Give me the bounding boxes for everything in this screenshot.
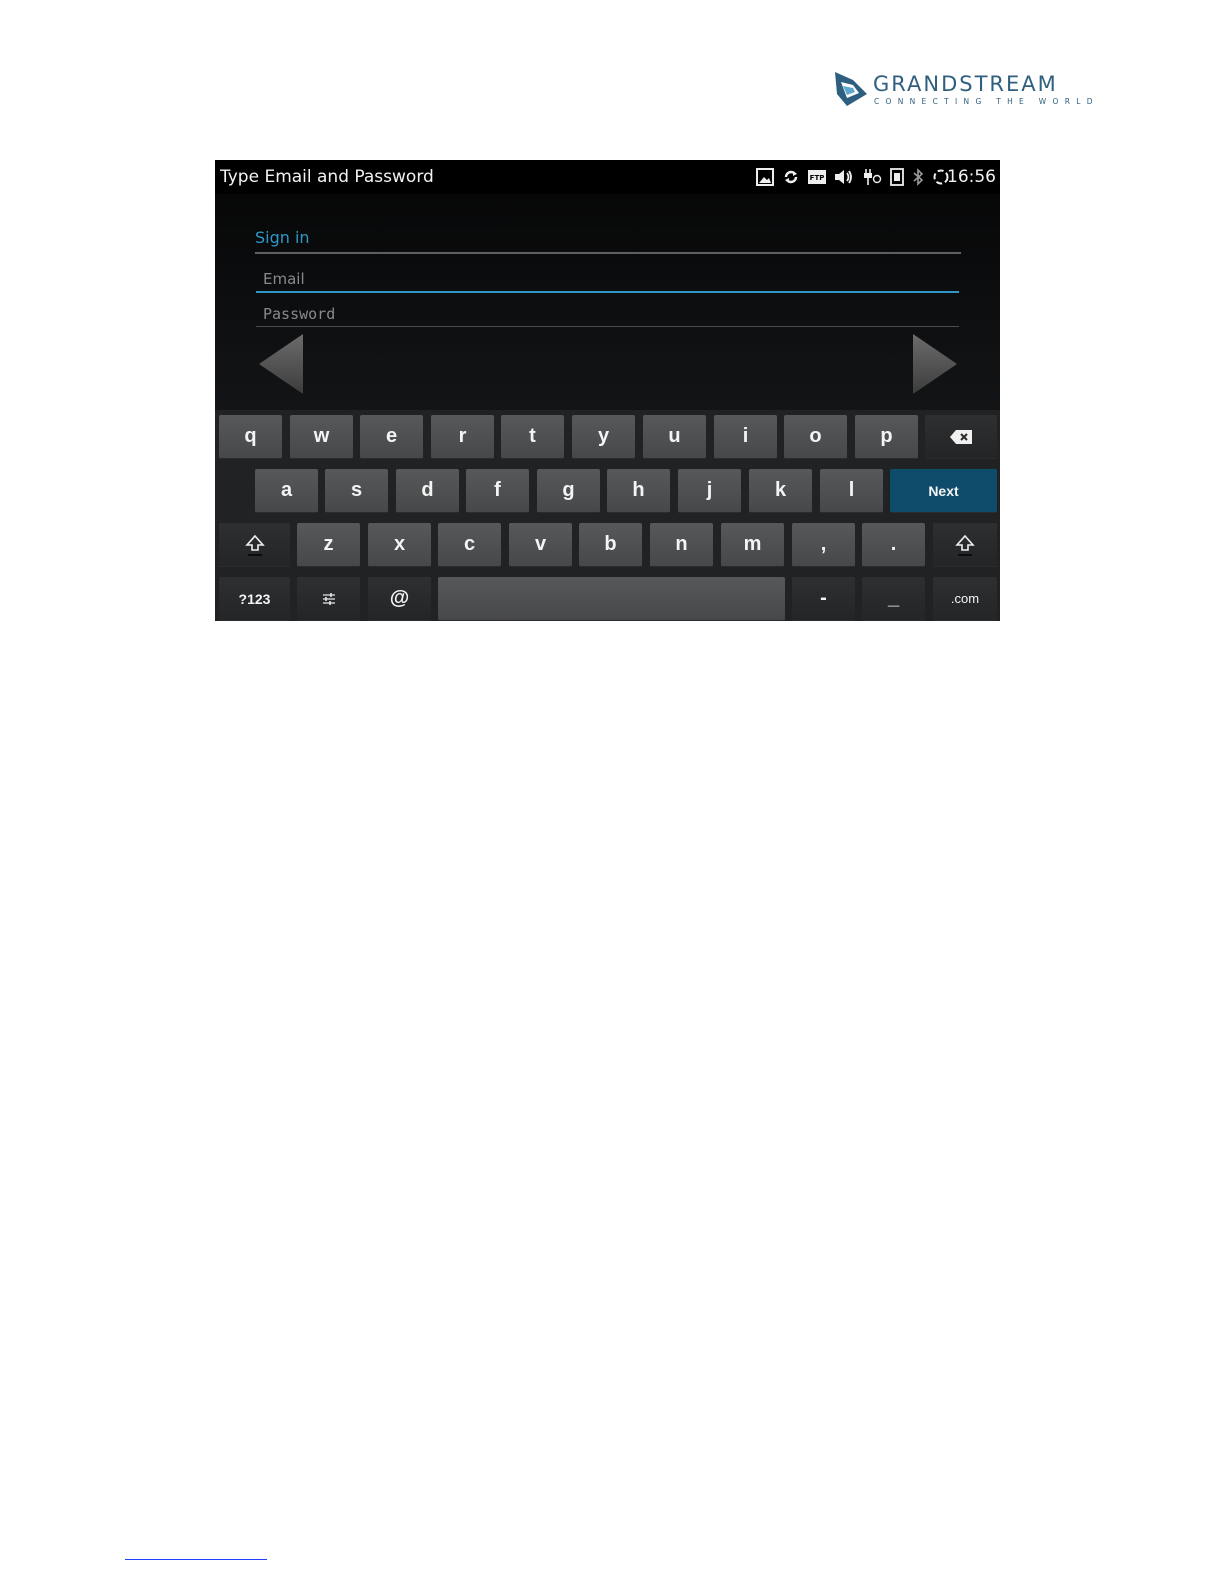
logo-name: GRANDSTREAM [873,72,1058,96]
previous-arrow-icon[interactable] [257,332,307,396]
key-v[interactable]: v [509,523,572,567]
svg-text:FTP: FTP [810,174,825,182]
key-h[interactable]: h [607,469,670,513]
device-screen: Type Email and Password FTP 16:56 Sign i… [215,160,1000,621]
backspace-key[interactable] [925,415,997,459]
status-time: 16:56 [947,167,996,187]
ftp-icon: FTP [808,170,826,184]
key-f[interactable]: f [466,469,529,513]
space-key[interactable] [438,577,785,621]
settings-key[interactable] [297,577,360,621]
logo-tagline: CONNECTING THE WORLD [874,97,1099,106]
key-comma[interactable]: , [792,523,855,567]
next-arrow-icon[interactable] [909,332,959,396]
key-s[interactable]: s [325,469,388,513]
key-k[interactable]: k [749,469,812,513]
grandstream-logo-icon [835,72,867,106]
email-field[interactable] [256,267,959,293]
key-t[interactable]: t [501,415,564,459]
status-icons: FTP [756,168,950,186]
at-key[interactable]: @ [368,577,431,621]
key-u[interactable]: u [643,415,706,459]
key-n[interactable]: n [650,523,713,567]
dotcom-key[interactable]: .com [933,577,997,621]
image-icon [756,168,774,186]
shift-key-left[interactable] [219,523,290,567]
key-w[interactable]: w [290,415,353,459]
on-screen-keyboard: q w e r t y u i o p a s d f g h j k l Ne… [215,410,1000,621]
key-c[interactable]: c [438,523,501,567]
grandstream-logo: GRANDSTREAM CONNECTING THE WORLD [833,70,1092,112]
password-field[interactable] [256,301,959,327]
key-b[interactable]: b [579,523,642,567]
key-q[interactable]: q [219,415,282,459]
key-o[interactable]: o [784,415,847,459]
bluetooth-icon [913,168,924,186]
screen-title: Type Email and Password [220,167,434,187]
sign-in-divider [255,252,961,254]
key-i[interactable]: i [714,415,777,459]
key-r[interactable]: r [431,415,494,459]
key-d[interactable]: d [396,469,459,513]
dash-key[interactable]: - [792,577,855,621]
status-bar: Type Email and Password FTP 16:56 [215,160,1000,194]
next-key[interactable]: Next [890,469,997,513]
key-e[interactable]: e [360,415,423,459]
backspace-icon [950,429,972,444]
key-j[interactable]: j [678,469,741,513]
shift-icon [244,534,265,556]
key-x[interactable]: x [368,523,431,567]
key-period[interactable]: . [862,523,925,567]
key-y[interactable]: y [572,415,635,459]
key-l[interactable]: l [820,469,883,513]
usb-icon [864,169,882,185]
key-p[interactable]: p [855,415,918,459]
key-z[interactable]: z [297,523,360,567]
key-m[interactable]: m [721,523,784,567]
numbers-key[interactable]: ?123 [219,577,290,621]
shift-key-right[interactable] [933,523,997,567]
shift-icon [955,534,975,556]
footnote-divider [125,1559,267,1560]
underscore-key[interactable]: _ [862,577,925,621]
key-a[interactable]: a [255,469,318,513]
volume-icon [835,170,852,184]
sliders-icon [322,592,335,605]
sync-icon [784,170,798,184]
key-g[interactable]: g [537,469,600,513]
sign-in-header: Sign in [255,228,310,247]
sim-icon [890,168,904,186]
